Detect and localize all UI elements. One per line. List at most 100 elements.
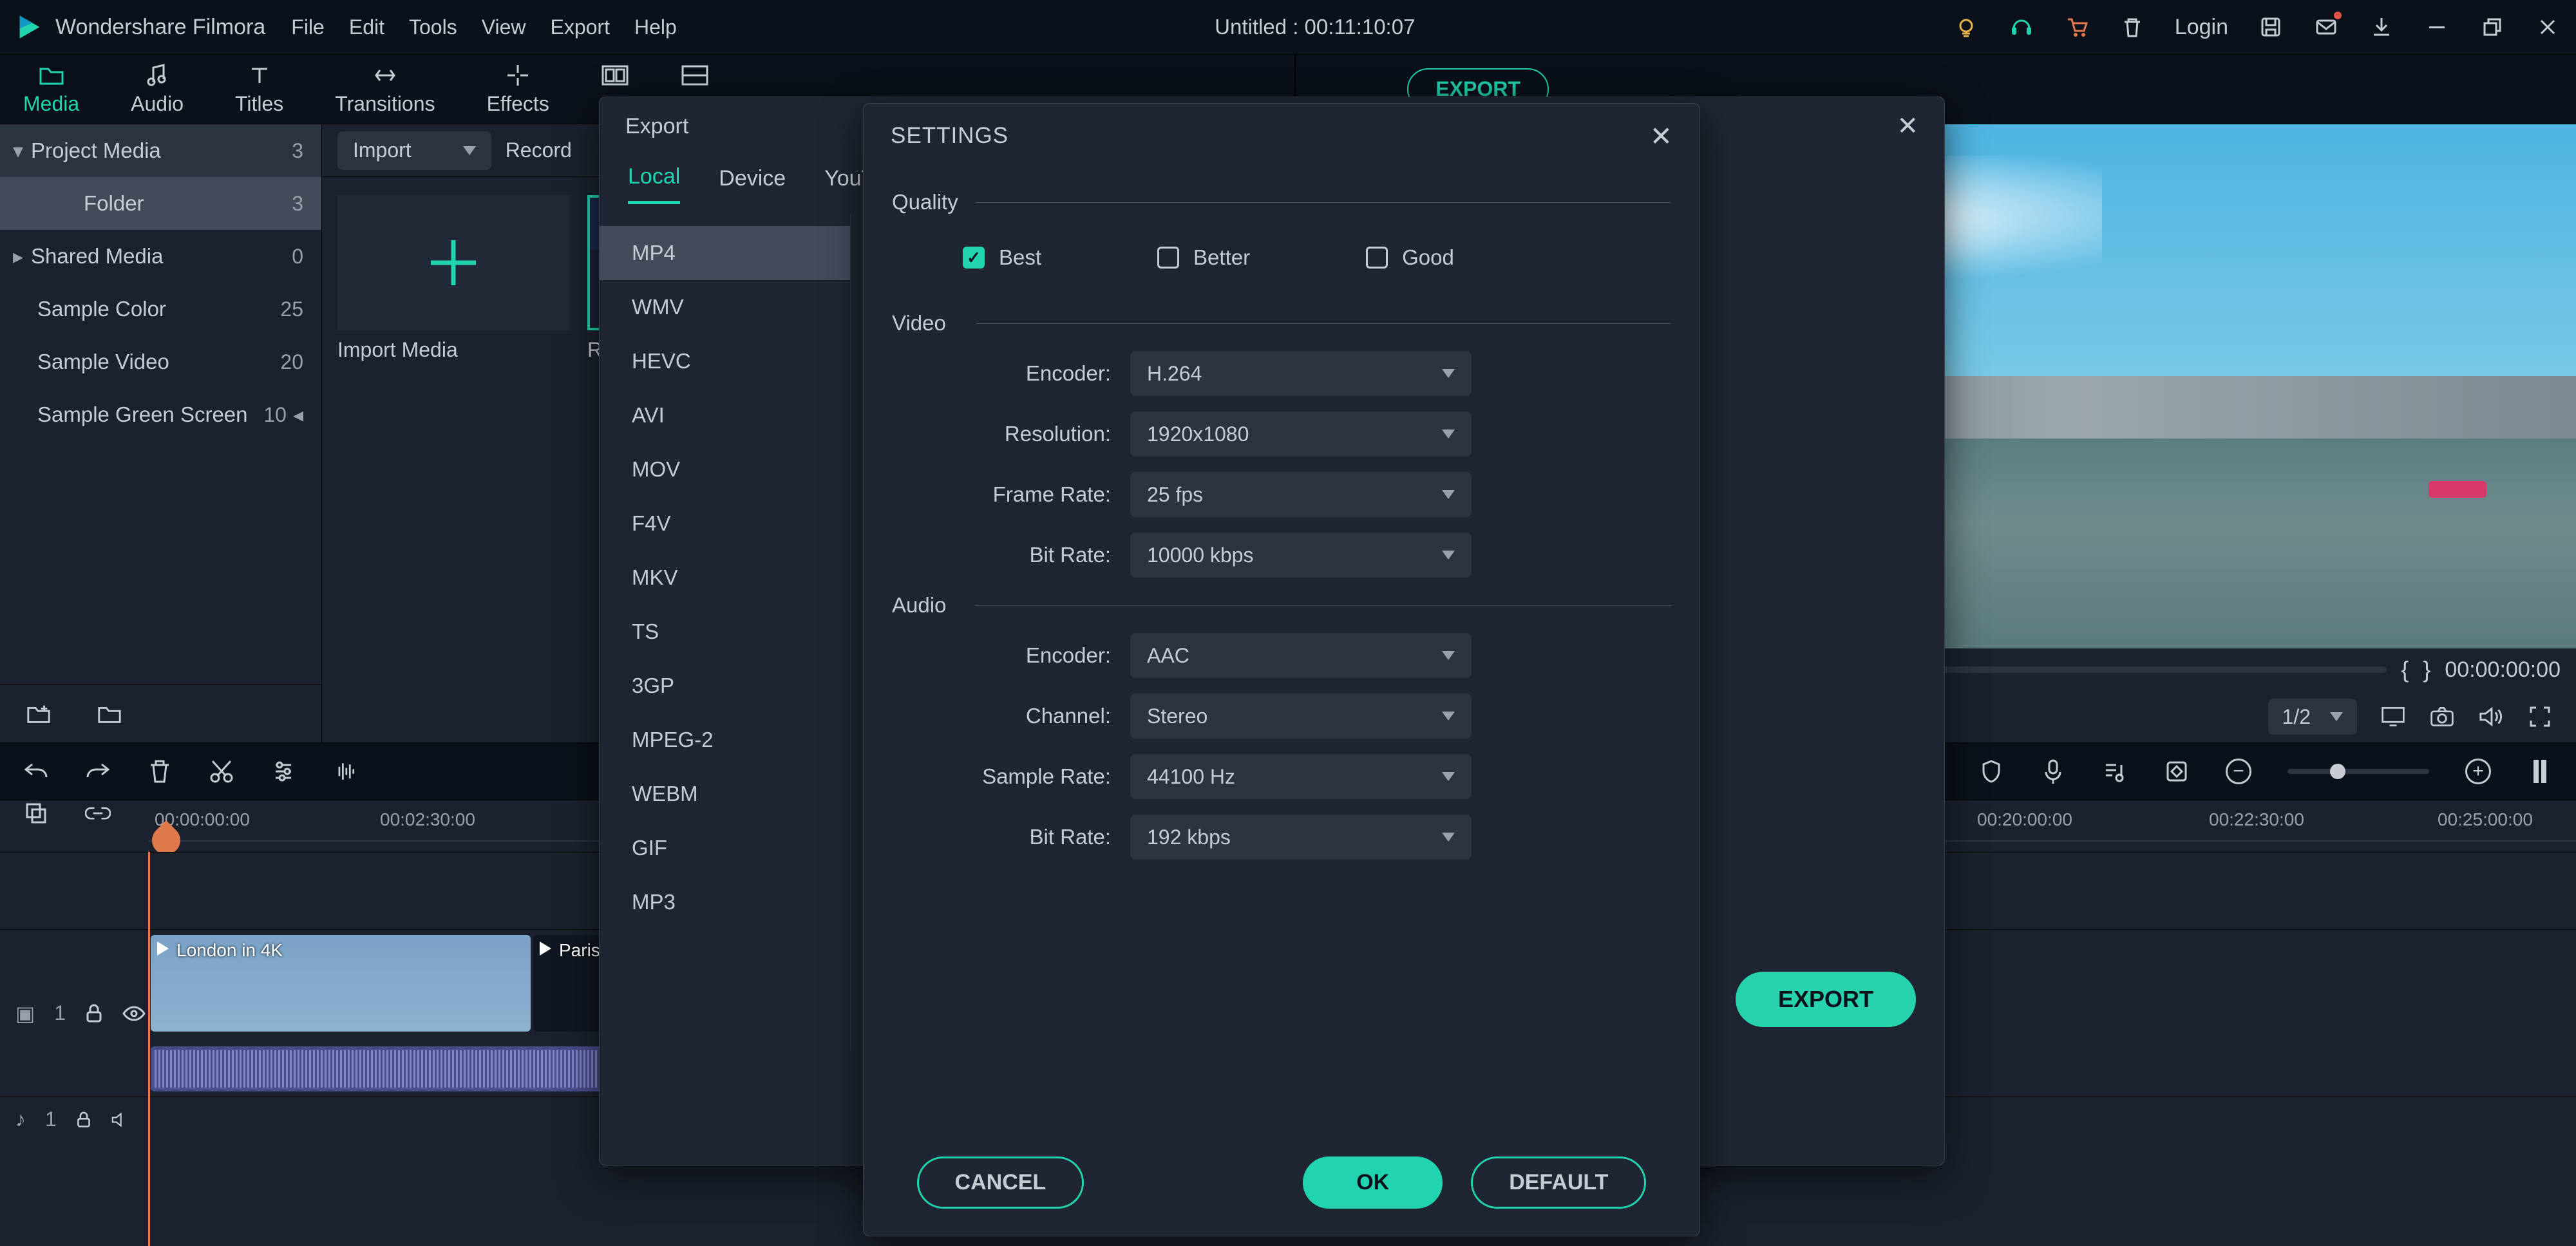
format-avi[interactable]: AVI — [600, 388, 850, 442]
delete-icon[interactable] — [147, 759, 173, 784]
export-tab-local[interactable]: Local — [628, 164, 680, 204]
ok-button[interactable]: OK — [1303, 1156, 1443, 1209]
audio-sample-select[interactable]: 44100 Hz — [1130, 754, 1472, 799]
bracket-right-icon[interactable]: } — [2423, 656, 2430, 683]
lock-icon[interactable] — [76, 1111, 91, 1129]
open-folder-icon[interactable] — [97, 701, 122, 727]
export-run-button[interactable]: EXPORT — [1736, 972, 1916, 1027]
adjust-icon[interactable] — [270, 759, 296, 784]
sidebar-folder[interactable]: Folder 3 — [0, 177, 321, 230]
quality-good[interactable]: Good — [1366, 245, 1454, 270]
music-list-icon[interactable] — [2102, 759, 2128, 784]
lock-icon[interactable] — [85, 1003, 103, 1024]
tab-audio[interactable]: Audio — [131, 62, 184, 116]
format-mpeg2[interactable]: MPEG-2 — [600, 713, 850, 767]
format-mp4[interactable]: MP4 — [600, 226, 850, 280]
format-gif[interactable]: GIF — [600, 821, 850, 875]
menu-tools[interactable]: Tools — [409, 15, 457, 39]
video-resolution-select[interactable]: 1920x1080 — [1130, 411, 1472, 457]
keyframe-icon[interactable] — [2164, 759, 2190, 784]
new-folder-icon[interactable] — [26, 701, 52, 727]
format-3gp[interactable]: 3GP — [600, 659, 850, 713]
format-wmv[interactable]: WMV — [600, 280, 850, 334]
playhead-line[interactable] — [148, 852, 150, 1246]
import-media-thumb[interactable] — [337, 195, 569, 330]
sidebar-sample-green[interactable]: Sample Green Screen 10◂ — [0, 388, 321, 441]
quality-best[interactable]: Best — [963, 245, 1041, 270]
tab-titles[interactable]: Titles — [235, 62, 283, 116]
default-button[interactable]: DEFAULT — [1471, 1156, 1646, 1209]
window-restore-icon[interactable] — [2479, 14, 2505, 40]
video-frame-select[interactable]: 25 fps — [1130, 472, 1472, 517]
format-mov[interactable]: MOV — [600, 442, 850, 496]
cut-icon[interactable] — [209, 759, 234, 784]
window-minimize-icon[interactable] — [2424, 14, 2450, 40]
video-bit-select[interactable]: 10000 kbps — [1130, 533, 1472, 578]
tab-effects[interactable]: Effects — [487, 62, 549, 116]
audio-wave-icon[interactable] — [332, 759, 358, 784]
zoom-fit-icon[interactable] — [2527, 759, 2553, 784]
format-webm[interactable]: WEBM — [600, 767, 850, 821]
chevron-left-icon[interactable]: ◂ — [293, 402, 303, 427]
copy-icon[interactable] — [23, 800, 49, 826]
window-close-icon[interactable] — [2535, 14, 2561, 40]
menu-file[interactable]: File — [291, 15, 325, 39]
menu-edit[interactable]: Edit — [349, 15, 384, 39]
redo-icon[interactable] — [85, 759, 111, 784]
export-tab-device[interactable]: Device — [719, 166, 786, 203]
tab-transitions[interactable]: Transitions — [335, 62, 435, 116]
support-icon[interactable] — [2009, 14, 2034, 40]
zoom-in-icon[interactable]: + — [2465, 759, 2491, 784]
trash-icon[interactable] — [2119, 14, 2145, 40]
eye-icon[interactable] — [122, 1005, 146, 1022]
cart-icon[interactable] — [2064, 14, 2090, 40]
format-f4v[interactable]: F4V — [600, 496, 850, 551]
sidebar-shared-media[interactable]: ▸Shared Media 0 — [0, 230, 321, 283]
zoom-slider[interactable] — [2287, 769, 2429, 774]
mic-icon[interactable] — [2040, 759, 2066, 784]
page-select[interactable]: 1/2 — [2268, 699, 2357, 735]
sidebar-sample-color[interactable]: Sample Color 25 — [0, 283, 321, 335]
format-ts[interactable]: TS — [600, 605, 850, 659]
video-encoder-select[interactable]: H.264 — [1130, 351, 1472, 396]
audio-encoder-select[interactable]: AAC — [1130, 633, 1472, 678]
tab-media[interactable]: Media — [23, 62, 79, 116]
bracket-left-icon[interactable]: { — [2401, 656, 2409, 683]
clip-title: London in 4K — [176, 940, 283, 961]
sidebar-sample-video[interactable]: Sample Video 20 — [0, 335, 321, 388]
tips-icon[interactable] — [1953, 14, 1979, 40]
menu-export[interactable]: Export — [550, 15, 609, 39]
speaker-icon[interactable] — [111, 1111, 130, 1129]
menu-view[interactable]: View — [482, 15, 526, 39]
mail-icon[interactable] — [2313, 14, 2339, 40]
fullscreen-icon[interactable] — [2527, 704, 2553, 730]
cancel-button[interactable]: CANCEL — [917, 1156, 1084, 1209]
settings-modal: SETTINGS ✕ Quality Best Better Good Vide… — [863, 103, 1700, 1236]
clip-london[interactable]: London in 4K — [151, 935, 531, 1032]
format-hevc[interactable]: HEVC — [600, 334, 850, 388]
audio-channel-select[interactable]: Stereo — [1130, 694, 1472, 739]
clip-audio[interactable] — [151, 1046, 601, 1091]
record-button[interactable]: Record — [506, 138, 572, 162]
format-mkv[interactable]: MKV — [600, 551, 850, 605]
save-icon[interactable] — [2258, 14, 2284, 40]
import-dropdown[interactable]: Import — [337, 131, 491, 170]
volume-icon[interactable] — [2478, 704, 2504, 730]
login-button[interactable]: Login — [2175, 15, 2228, 40]
audio-bit-select[interactable]: 192 kbps — [1130, 815, 1472, 860]
camera-icon[interactable] — [2429, 704, 2455, 730]
quality-better[interactable]: Better — [1157, 245, 1250, 270]
zoom-out-icon[interactable]: − — [2226, 759, 2251, 784]
sidebar-project-media[interactable]: ▾Project Media 3 — [0, 124, 321, 177]
menu-help[interactable]: Help — [634, 15, 677, 39]
marker-shield-icon[interactable] — [1978, 759, 2004, 784]
close-icon[interactable]: ✕ — [1650, 120, 1672, 152]
close-icon[interactable]: ✕ — [1897, 111, 1918, 141]
link-icon[interactable] — [85, 800, 111, 826]
import-media-card[interactable]: Import Media — [337, 195, 569, 362]
monitor-icon[interactable] — [2380, 704, 2406, 730]
video-resolution-row: Resolution: 1920x1080 — [892, 411, 1671, 457]
undo-icon[interactable] — [23, 759, 49, 784]
download-icon[interactable] — [2369, 14, 2394, 40]
format-mp3[interactable]: MP3 — [600, 875, 850, 929]
